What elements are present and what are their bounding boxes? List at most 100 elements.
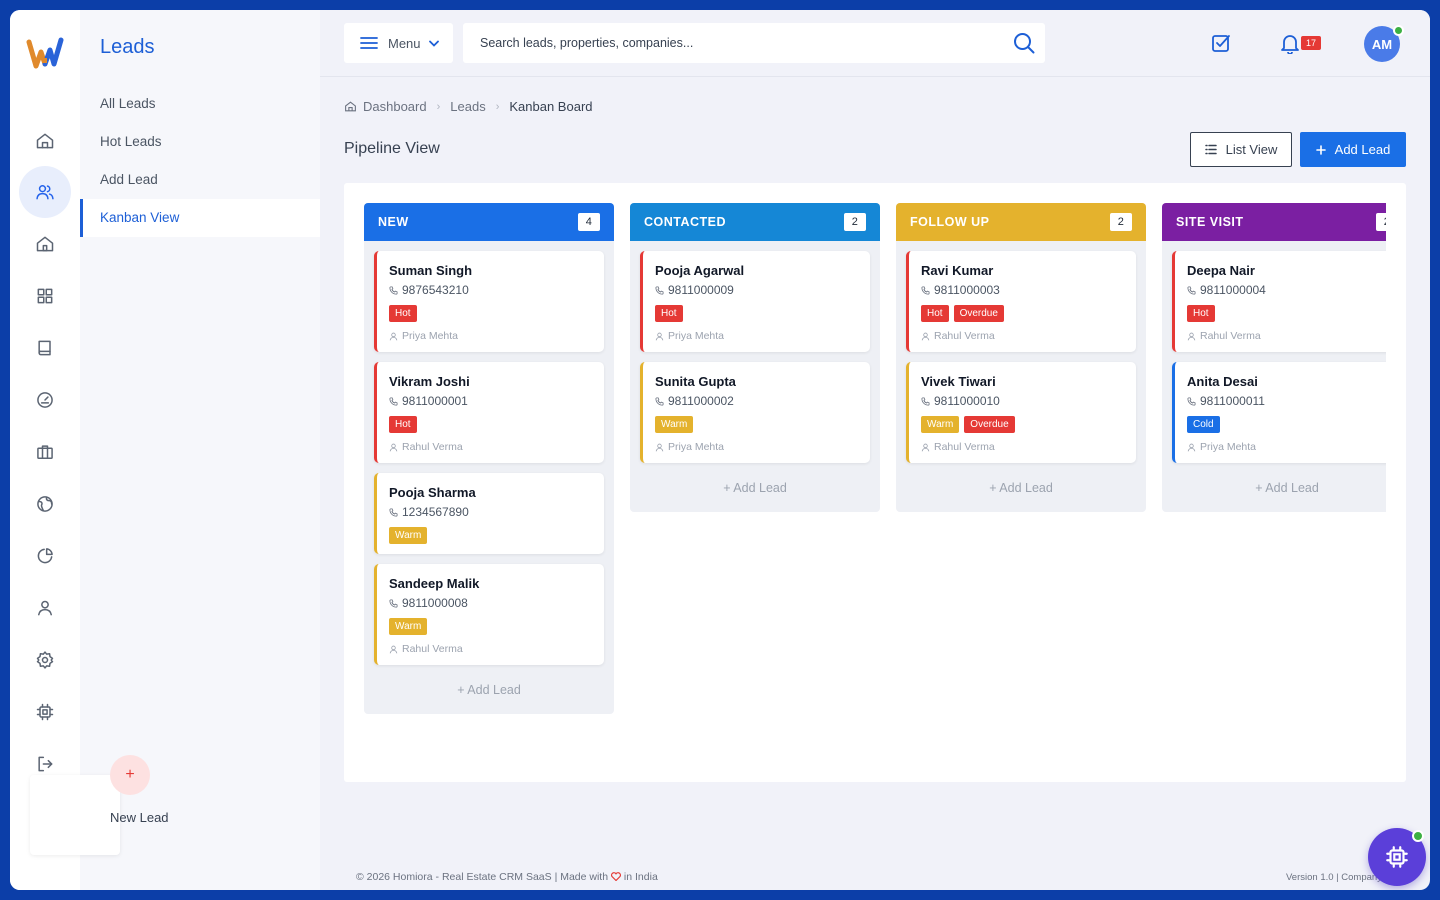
column-add-lead-button[interactable]: + Add Lead xyxy=(896,463,1146,512)
new-lead-label[interactable]: New Lead xyxy=(110,810,169,825)
user-icon[interactable] xyxy=(19,582,71,634)
add-lead-button[interactable]: Add Lead xyxy=(1300,132,1406,167)
lead-card[interactable]: Sunita Gupta 9811000002 Warm Priya Mehta xyxy=(640,362,870,463)
search-box xyxy=(463,23,1045,63)
breadcrumb-current: Kanban Board xyxy=(509,99,593,114)
bell-icon[interactable] xyxy=(1279,32,1301,54)
lead-card[interactable]: Sandeep Malik 9811000008 Warm Rahul Verma xyxy=(374,564,604,665)
task-check-icon[interactable] xyxy=(1210,32,1232,54)
subnav-kanban-view[interactable]: Kanban View xyxy=(80,199,320,237)
add-lead-label: Add Lead xyxy=(1334,142,1391,157)
column-add-lead-button[interactable]: + Add Lead xyxy=(1162,463,1386,512)
lead-name: Suman Singh xyxy=(389,263,473,278)
breadcrumb: Dashboard › Leads › Kanban Board xyxy=(344,99,593,114)
lead-name: Sandeep Malik xyxy=(389,576,480,591)
footer-version: Version 1.0 | Company xyxy=(1286,872,1382,883)
page-title: Pipeline View xyxy=(344,140,440,157)
lead-tag-badge: Warm xyxy=(389,527,428,544)
phone-icon xyxy=(389,396,398,406)
plus-icon: + xyxy=(1255,481,1266,495)
users-icon[interactable] xyxy=(19,166,71,218)
lead-agent: Rahul Verma xyxy=(389,643,591,655)
lead-name: Deepa Nair xyxy=(1187,263,1255,278)
chip-icon xyxy=(1386,846,1408,868)
phone-icon xyxy=(655,396,664,406)
subnav-all-leads[interactable]: All Leads xyxy=(80,85,320,123)
new-lead-plus-button[interactable]: + xyxy=(110,755,150,795)
lead-card[interactable]: Vivek Tiwari 9811000010 Warm Overdue Rahul V… xyxy=(906,362,1136,463)
lead-phone-number: 9811000004 xyxy=(1200,283,1266,297)
lead-agent: Priya Mehta xyxy=(389,330,591,342)
user-icon xyxy=(655,332,664,340)
column-add-lead-button[interactable]: + Add Lead xyxy=(364,665,614,714)
user-icon xyxy=(389,443,398,451)
pie-chart-icon[interactable] xyxy=(19,530,71,582)
lead-card[interactable]: Suman Singh 9876543210 Hot Priya Mehta xyxy=(374,251,604,352)
search-icon[interactable] xyxy=(1013,32,1035,54)
menu-button[interactable]: Menu xyxy=(344,23,453,63)
lead-card[interactable]: Anita Desai 9811000011 Cold Priya Mehta xyxy=(1172,362,1386,463)
lead-card[interactable]: Ravi Kumar 9811000003 Hot Overdue Rahul Verm… xyxy=(906,251,1136,352)
column-add-lead-label: Add Lead xyxy=(733,481,787,495)
subnav-add-lead[interactable]: Add Lead xyxy=(80,161,320,199)
column-add-lead-button[interactable]: + Add Lead xyxy=(630,463,880,512)
sidebar-title: Leads xyxy=(100,36,155,58)
top-bar: Menu 17 AM xyxy=(320,10,1430,77)
column-add-lead-label: Add Lead xyxy=(999,481,1053,495)
book-icon[interactable] xyxy=(19,322,71,374)
user-icon xyxy=(389,645,398,653)
lead-tag-badge: Hot xyxy=(921,305,949,322)
lead-card[interactable]: Vikram Joshi 9811000001 Hot Rahul Verma xyxy=(374,362,604,463)
search-input[interactable] xyxy=(463,23,983,63)
lead-agent-name: Priya Mehta xyxy=(668,330,725,342)
subnav-hot-leads[interactable]: Hot Leads xyxy=(80,123,320,161)
gauge-icon[interactable] xyxy=(19,374,71,426)
lead-phone: 9811000003 xyxy=(921,283,1123,297)
lead-phone-number: 9811000010 xyxy=(934,394,1000,408)
lead-agent: Rahul Verma xyxy=(921,330,1123,342)
column-header: CONTACTED 2 xyxy=(630,203,880,241)
lead-phone: 9811000011 xyxy=(1187,394,1386,408)
lead-phone-number: 1234567890 xyxy=(402,505,469,519)
user-icon xyxy=(655,443,664,451)
kanban-column: FOLLOW UP 2 Ravi Kumar 9811000003 Hot Overdue… xyxy=(896,203,1146,512)
lead-phone: 9811000010 xyxy=(921,394,1123,408)
lead-agent-name: Priya Mehta xyxy=(1200,441,1257,453)
user-icon xyxy=(1187,332,1196,340)
online-status-dot xyxy=(1393,25,1404,36)
lead-card[interactable]: Pooja Agarwal 9811000009 Hot Priya Mehta xyxy=(640,251,870,352)
breadcrumb-leads[interactable]: Leads xyxy=(450,99,485,114)
lead-tags: Hot xyxy=(389,416,591,433)
lead-agent: Priya Mehta xyxy=(1187,441,1386,453)
heart-icon xyxy=(611,872,621,882)
lead-card[interactable]: Deepa Nair 9811000004 Hot Rahul Verma xyxy=(1172,251,1386,352)
user-icon xyxy=(921,332,930,340)
lead-phone: 9811000004 xyxy=(1187,283,1386,297)
lead-phone-number: 9811000009 xyxy=(668,283,734,297)
phone-icon xyxy=(389,507,398,517)
chip-icon[interactable] xyxy=(19,686,71,738)
lead-phone: 9811000009 xyxy=(655,283,857,297)
property-icon[interactable] xyxy=(19,218,71,270)
app-logo[interactable] xyxy=(26,34,64,72)
lead-card[interactable]: Pooja Sharma 1234567890 Warm xyxy=(374,473,604,554)
list-view-button[interactable]: List View xyxy=(1190,132,1292,167)
grid-icon[interactable] xyxy=(19,270,71,322)
globe-icon[interactable] xyxy=(19,478,71,530)
briefcase-icon[interactable] xyxy=(19,426,71,478)
lead-agent: Rahul Verma xyxy=(921,441,1123,453)
column-header: NEW 4 xyxy=(364,203,614,241)
lead-tag-badge: Warm xyxy=(655,416,694,433)
new-lead-card[interactable] xyxy=(30,775,120,855)
lead-name: Ravi Kumar xyxy=(921,263,994,278)
home-icon[interactable] xyxy=(19,115,71,167)
lead-agent: Rahul Verma xyxy=(1187,330,1386,342)
phone-icon xyxy=(921,396,930,406)
lead-tags: Hot xyxy=(1187,305,1386,322)
phone-icon xyxy=(921,285,930,295)
kanban-column: CONTACTED 2 Pooja Agarwal 9811000009 Hot Priy… xyxy=(630,203,880,512)
column-add-lead-label: Add Lead xyxy=(1265,481,1319,495)
settings-icon[interactable] xyxy=(19,634,71,686)
breadcrumb-dashboard[interactable]: Dashboard xyxy=(363,99,427,114)
lead-tags: Hot xyxy=(655,305,857,322)
